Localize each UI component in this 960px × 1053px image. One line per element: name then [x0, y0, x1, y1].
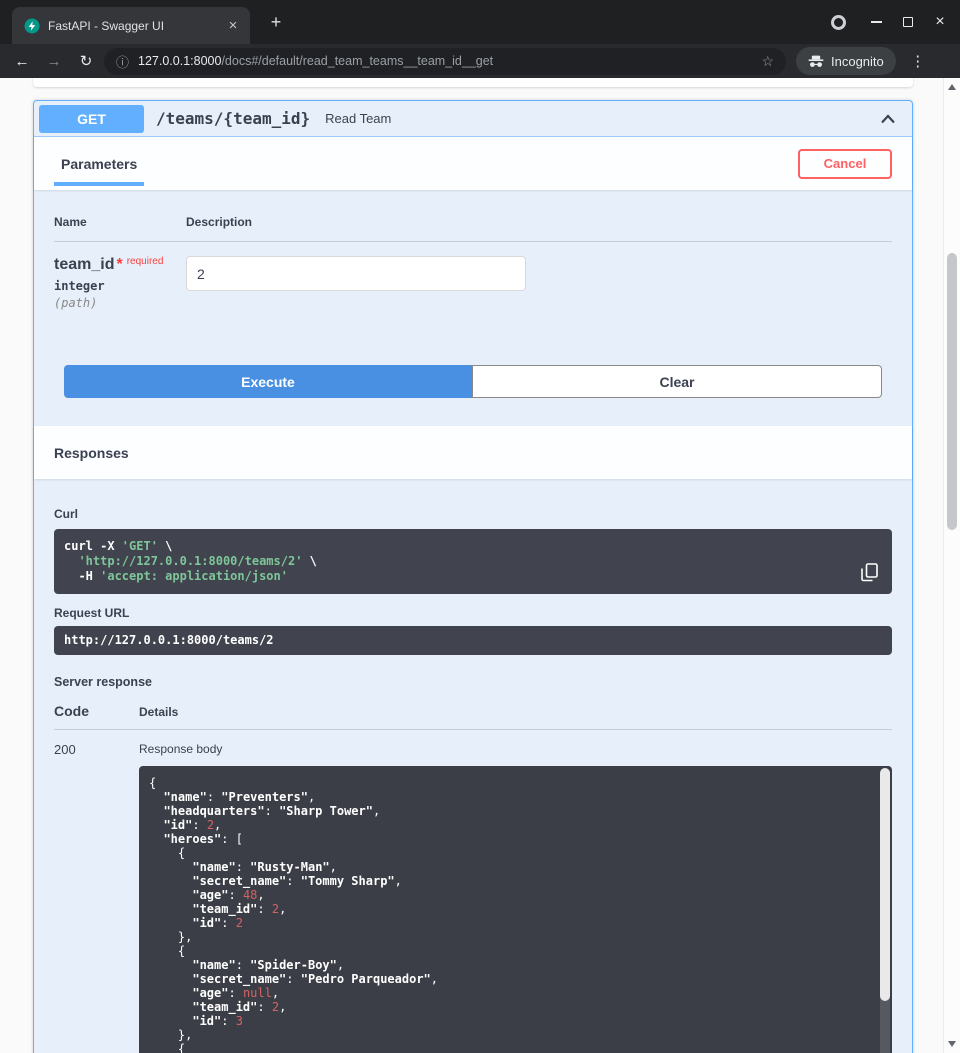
incognito-icon — [808, 55, 824, 68]
minimize-icon — [871, 21, 882, 23]
tab-close-icon[interactable]: × — [224, 17, 242, 34]
curl-command: curl -X 'GET' \ 'http://127.0.0.1:8000/t… — [64, 539, 882, 584]
endpoint-summary: Read Team — [325, 111, 391, 126]
team-id-input[interactable] — [186, 256, 526, 291]
back-button[interactable]: ← — [6, 53, 38, 70]
previous-block-partial — [33, 78, 913, 87]
parameter-value-cell — [186, 256, 526, 310]
responses-section-header: Responses — [34, 426, 912, 479]
parameters-section-header: Parameters Cancel — [34, 137, 912, 190]
responses-content: Curl curl -X 'GET' \ 'http://127.0.0.1:8… — [34, 479, 912, 1053]
incognito-label: Incognito — [831, 54, 884, 69]
column-header-details: Details — [139, 705, 178, 719]
response-body-scrollbar[interactable] — [880, 768, 890, 1053]
tab-parameters[interactable]: Parameters — [54, 137, 144, 190]
url-path: /docs#/default/read_team_teams__team_id_… — [221, 54, 493, 68]
response-table-header: Code Details — [54, 703, 892, 730]
opblock-summary[interactable]: GET /teams/{team_id} Read Team — [34, 101, 912, 137]
swagger-page: GET /teams/{team_id} Read Team Parameter… — [0, 78, 960, 1053]
parameters-content: Name Description team_id* required intege… — [34, 190, 912, 426]
execute-button[interactable]: Execute — [64, 365, 472, 398]
maximize-button[interactable] — [892, 0, 924, 44]
request-url-value: http://127.0.0.1:8000/teams/2 — [54, 626, 892, 655]
maximize-icon — [903, 17, 913, 27]
parameter-name: team_id* required — [54, 256, 186, 274]
fastapi-favicon-icon — [24, 18, 40, 34]
close-button[interactable]: × — [924, 0, 956, 44]
endpoint-path: /teams/{team_id} — [156, 109, 310, 128]
column-header-code: Code — [54, 703, 139, 719]
tab-parameters-label: Parameters — [61, 156, 137, 172]
response-details: Response body { "name": "Preventers", "h… — [139, 742, 892, 1053]
status-code: 200 — [54, 742, 139, 1053]
bookmark-star-icon[interactable]: ☆ — [761, 53, 774, 70]
minimize-button[interactable] — [860, 0, 892, 44]
column-header-description: Description — [186, 215, 252, 229]
response-body-block: { "name": "Preventers", "headquarters": … — [139, 766, 892, 1053]
parameters-table-header: Name Description — [54, 215, 892, 242]
response-body-json: { "name": "Preventers", "headquarters": … — [149, 776, 868, 1053]
required-star: * — [116, 256, 122, 273]
curl-label: Curl — [54, 507, 892, 521]
parameter-info: team_id* required integer (path) — [54, 256, 186, 310]
incognito-badge: Incognito — [796, 47, 896, 75]
browser-toolbar: ← → ↻ ⓘ 127.0.0.1:8000/docs#/default/rea… — [0, 44, 960, 78]
scroll-down-icon[interactable] — [948, 1041, 956, 1047]
new-tab-button[interactable]: + — [264, 11, 288, 35]
request-url-label: Request URL — [54, 606, 892, 620]
cancel-button[interactable]: Cancel — [798, 149, 892, 179]
parameter-type: integer — [54, 279, 186, 293]
address-bar[interactable]: ⓘ 127.0.0.1:8000/docs#/default/read_team… — [104, 48, 786, 75]
parameter-row: team_id* required integer (path) — [54, 242, 892, 310]
method-badge: GET — [39, 105, 144, 133]
response-body-scrollbar-thumb[interactable] — [880, 768, 890, 1001]
curl-block: curl -X 'GET' \ 'http://127.0.0.1:8000/t… — [54, 529, 892, 594]
url-host: 127.0.0.1:8000 — [138, 54, 221, 68]
required-label: required — [127, 256, 164, 267]
parameter-name-text: team_id — [54, 256, 114, 273]
server-response-label: Server response — [54, 675, 892, 689]
window-controls: × — [831, 0, 956, 44]
responses-title: Responses — [54, 445, 129, 461]
clear-button[interactable]: Clear — [472, 365, 882, 398]
copy-icon[interactable] — [858, 560, 880, 584]
response-row: 200 Response body { "name": "Preventers"… — [54, 730, 892, 1053]
collapse-chevron-icon[interactable] — [880, 114, 896, 124]
browser-tab[interactable]: FastAPI - Swagger UI × — [12, 7, 250, 44]
media-controls-icon[interactable] — [831, 15, 846, 30]
forward-button[interactable]: → — [38, 53, 70, 70]
browser-menu-icon[interactable]: ⋮ — [902, 52, 934, 70]
column-header-name: Name — [54, 215, 186, 229]
tab-title: FastAPI - Swagger UI — [48, 19, 224, 33]
url-text: 127.0.0.1:8000/docs#/default/read_team_t… — [138, 54, 761, 68]
parameter-location: (path) — [54, 296, 186, 310]
reload-button[interactable]: ↻ — [70, 52, 102, 70]
page-scrollbar[interactable] — [943, 78, 960, 1053]
scroll-up-icon[interactable] — [948, 84, 956, 90]
site-info-icon[interactable]: ⓘ — [116, 52, 129, 71]
response-body-label: Response body — [139, 742, 892, 756]
browser-titlebar: FastAPI - Swagger UI × + × — [0, 0, 960, 44]
page-scrollbar-thumb[interactable] — [947, 253, 957, 530]
opblock-get: GET /teams/{team_id} Read Team Parameter… — [33, 100, 913, 1053]
execute-row: Execute Clear — [64, 365, 882, 398]
